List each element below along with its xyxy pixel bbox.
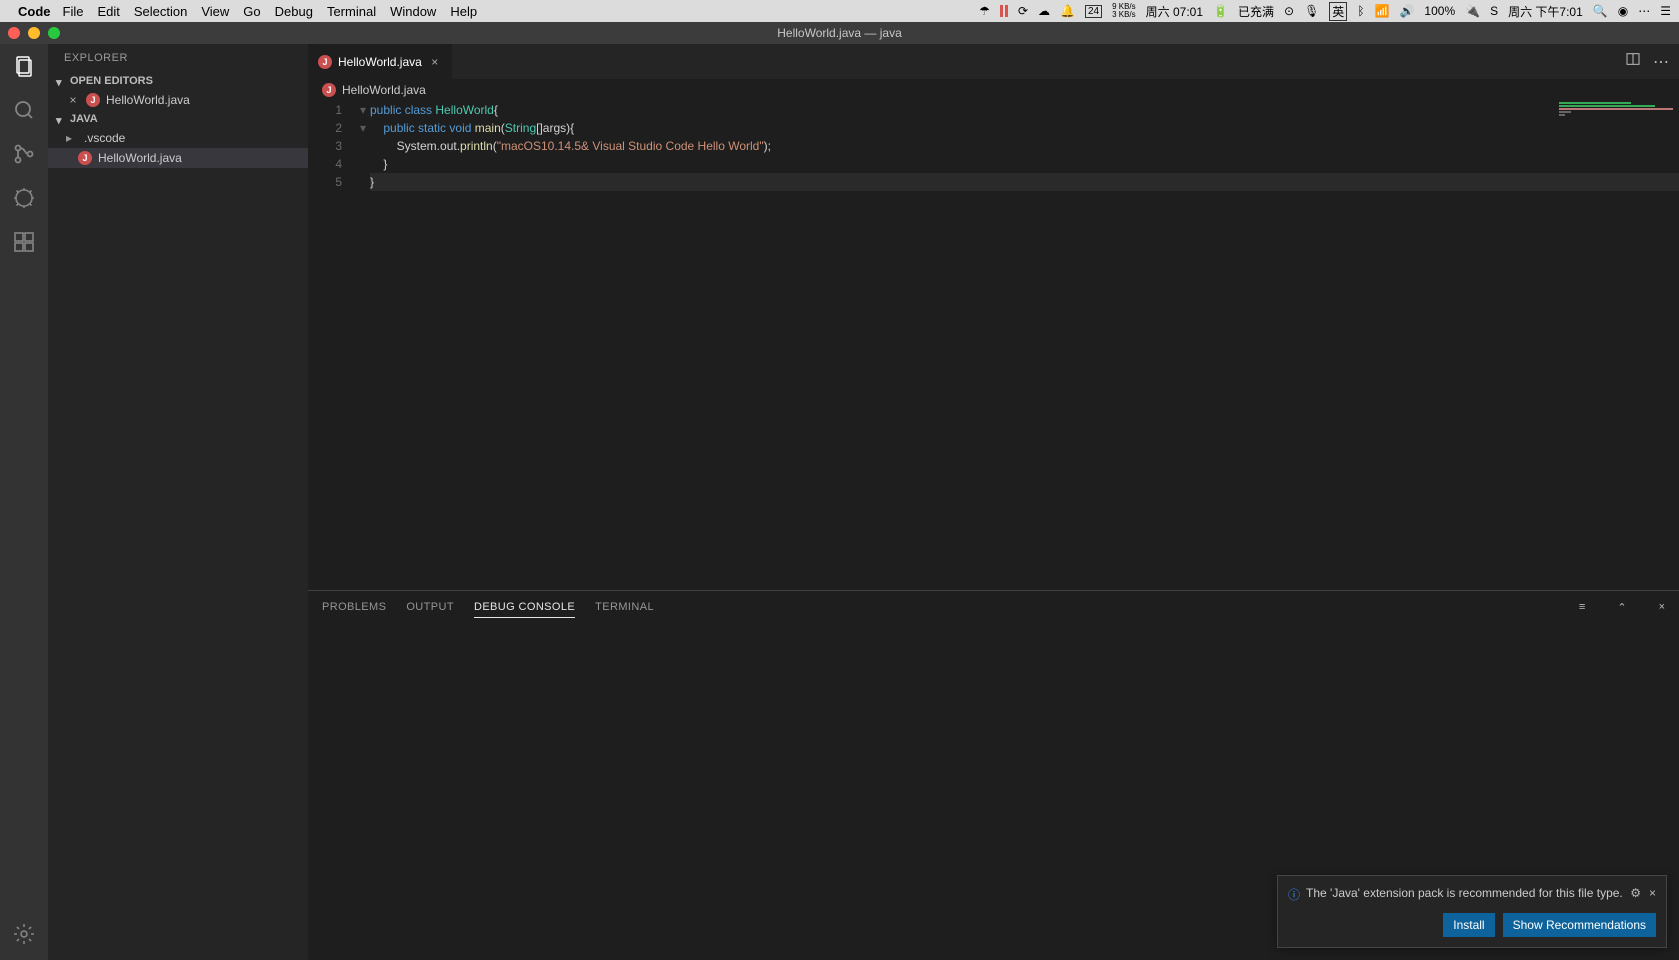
notification-center-icon[interactable]: ☰	[1660, 4, 1671, 18]
code-editor[interactable]: 1 2 3 4 5 ▾▾ public class HelloWorld{ pu…	[308, 101, 1679, 590]
explorer-sidebar: EXPLORER ▾ OPEN EDITORS × J HelloWorld.j…	[48, 44, 308, 960]
close-window-button[interactable]	[8, 27, 20, 39]
java-file-icon: J	[78, 151, 92, 165]
status-calendar[interactable]: 24	[1085, 5, 1102, 18]
info-icon: ⓘ	[1288, 886, 1300, 903]
notification-toast: ⓘ The 'Java' extension pack is recommend…	[1277, 875, 1667, 948]
panel-tab-problems[interactable]: PROBLEMS	[322, 597, 386, 617]
folder-label: .vscode	[84, 131, 125, 145]
file-label: HelloWorld.java	[98, 151, 182, 165]
explorer-icon[interactable]	[10, 52, 38, 80]
open-editor-item[interactable]: × J HelloWorld.java	[48, 90, 308, 110]
source-control-icon[interactable]	[10, 140, 38, 168]
status-mic-icon[interactable]	[1000, 5, 1008, 17]
input-method-icon[interactable]: 英	[1329, 2, 1347, 21]
sogou-icon[interactable]: S	[1490, 4, 1498, 18]
notification-gear-icon[interactable]: ⚙	[1630, 886, 1641, 900]
chevron-down-icon: ▾	[56, 76, 66, 86]
java-file-icon: J	[86, 93, 100, 107]
status-wechat-icon[interactable]: ☁	[1038, 4, 1050, 18]
extensions-icon[interactable]	[10, 228, 38, 256]
menu-file[interactable]: File	[63, 4, 84, 19]
vscode-window: HelloWorld.java — java EXPLORER ▾ OPEN E…	[0, 22, 1679, 960]
show-recommendations-button[interactable]: Show Recommendations	[1503, 913, 1656, 937]
status-bell-icon[interactable]: 🔔	[1060, 4, 1075, 18]
traffic-lights	[8, 27, 60, 39]
close-icon[interactable]: ×	[66, 93, 80, 107]
menu-selection[interactable]: Selection	[134, 4, 187, 19]
java-file-icon: J	[318, 55, 332, 69]
file-item-helloworld[interactable]: J HelloWorld.java	[48, 148, 308, 168]
open-editors-section[interactable]: ▾ OPEN EDITORS	[48, 72, 308, 90]
editor-group: J HelloWorld.java × ⋯ J HelloWorld.java …	[308, 44, 1679, 960]
line-numbers: 1 2 3 4 5	[308, 101, 356, 590]
menu-terminal[interactable]: Terminal	[327, 4, 376, 19]
open-editor-label: HelloWorld.java	[106, 93, 190, 107]
panel-tab-terminal[interactable]: TERMINAL	[595, 597, 654, 617]
battery-text: 100%	[1424, 4, 1455, 18]
code-content[interactable]: public class HelloWorld{ public static v…	[370, 101, 1679, 590]
status-net: 9 KB/s3 KB/s	[1112, 3, 1136, 19]
editor-tabs: J HelloWorld.java × ⋯	[308, 44, 1679, 79]
power-icon[interactable]: 🔋	[1213, 4, 1228, 18]
chevron-right-icon: ▸	[66, 131, 76, 145]
filter-icon[interactable]: ≡	[1579, 601, 1585, 613]
panel-tab-debug-console[interactable]: DEBUG CONSOLE	[474, 597, 575, 618]
menu-debug[interactable]: Debug	[275, 4, 313, 19]
tab-helloworld[interactable]: J HelloWorld.java ×	[308, 44, 453, 79]
explorer-title: EXPLORER	[48, 44, 308, 72]
menu-view[interactable]: View	[201, 4, 229, 19]
status-icon-1[interactable]: ⊙	[1284, 4, 1294, 18]
chevron-down-icon: ▾	[56, 114, 66, 124]
app-name[interactable]: Code	[18, 4, 51, 19]
zoom-window-button[interactable]	[48, 27, 60, 39]
spotlight-icon[interactable]: 🔍	[1593, 4, 1608, 18]
wifi-icon[interactable]: 📶	[1375, 4, 1390, 18]
battery-icon[interactable]: 🔌	[1465, 4, 1480, 18]
breadcrumb-label: HelloWorld.java	[342, 83, 426, 97]
minimize-window-button[interactable]	[28, 27, 40, 39]
notification-close-icon[interactable]: ×	[1649, 886, 1656, 900]
power-text: 已充满	[1238, 3, 1274, 20]
panel-tabs: PROBLEMS OUTPUT DEBUG CONSOLE TERMINAL ≡…	[308, 591, 1679, 623]
breadcrumb[interactable]: J HelloWorld.java	[308, 79, 1679, 101]
debug-icon[interactable]	[10, 184, 38, 212]
status-date-left: 周六 07:01	[1146, 3, 1203, 20]
bluetooth-icon[interactable]: ᛒ	[1357, 4, 1364, 18]
activity-bar	[0, 44, 48, 960]
menu-edit[interactable]: Edit	[97, 4, 119, 19]
status-umbrella-icon[interactable]: ☂	[979, 4, 990, 18]
panel-tab-output[interactable]: OUTPUT	[406, 597, 454, 617]
status-date-right: 周六 下午7:01	[1508, 3, 1583, 20]
close-panel-icon[interactable]: ×	[1659, 601, 1665, 613]
folder-item-vscode[interactable]: ▸ .vscode	[48, 128, 308, 148]
status-icon-2[interactable]: 🎙	[1304, 4, 1319, 18]
maximize-panel-icon[interactable]: ⌃	[1617, 601, 1626, 614]
settings-gear-icon[interactable]	[10, 920, 38, 948]
java-file-icon: J	[322, 83, 336, 97]
fold-gutter[interactable]: ▾▾	[356, 101, 370, 590]
window-title: HelloWorld.java — java	[777, 26, 902, 40]
volume-icon[interactable]: 🔊	[1399, 4, 1414, 18]
window-titlebar: HelloWorld.java — java	[0, 22, 1679, 44]
notification-text: The 'Java' extension pack is recommended…	[1306, 886, 1624, 900]
close-tab-icon[interactable]: ×	[428, 55, 442, 69]
more-actions-icon[interactable]: ⋯	[1653, 52, 1669, 72]
search-icon[interactable]	[10, 96, 38, 124]
menu-help[interactable]: Help	[450, 4, 477, 19]
menu-go[interactable]: Go	[243, 4, 260, 19]
folder-section[interactable]: ▾ JAVA	[48, 110, 308, 128]
install-button[interactable]: Install	[1443, 913, 1494, 937]
siri-icon[interactable]: ◉	[1618, 4, 1628, 18]
menu-window[interactable]: Window	[390, 4, 436, 19]
split-editor-icon[interactable]	[1625, 51, 1641, 72]
status-sync-icon[interactable]: ⟳	[1018, 4, 1028, 18]
mac-menubar: Code File Edit Selection View Go Debug T…	[0, 0, 1679, 22]
tab-label: HelloWorld.java	[338, 55, 422, 69]
more-icon[interactable]: ⋯	[1638, 4, 1650, 18]
